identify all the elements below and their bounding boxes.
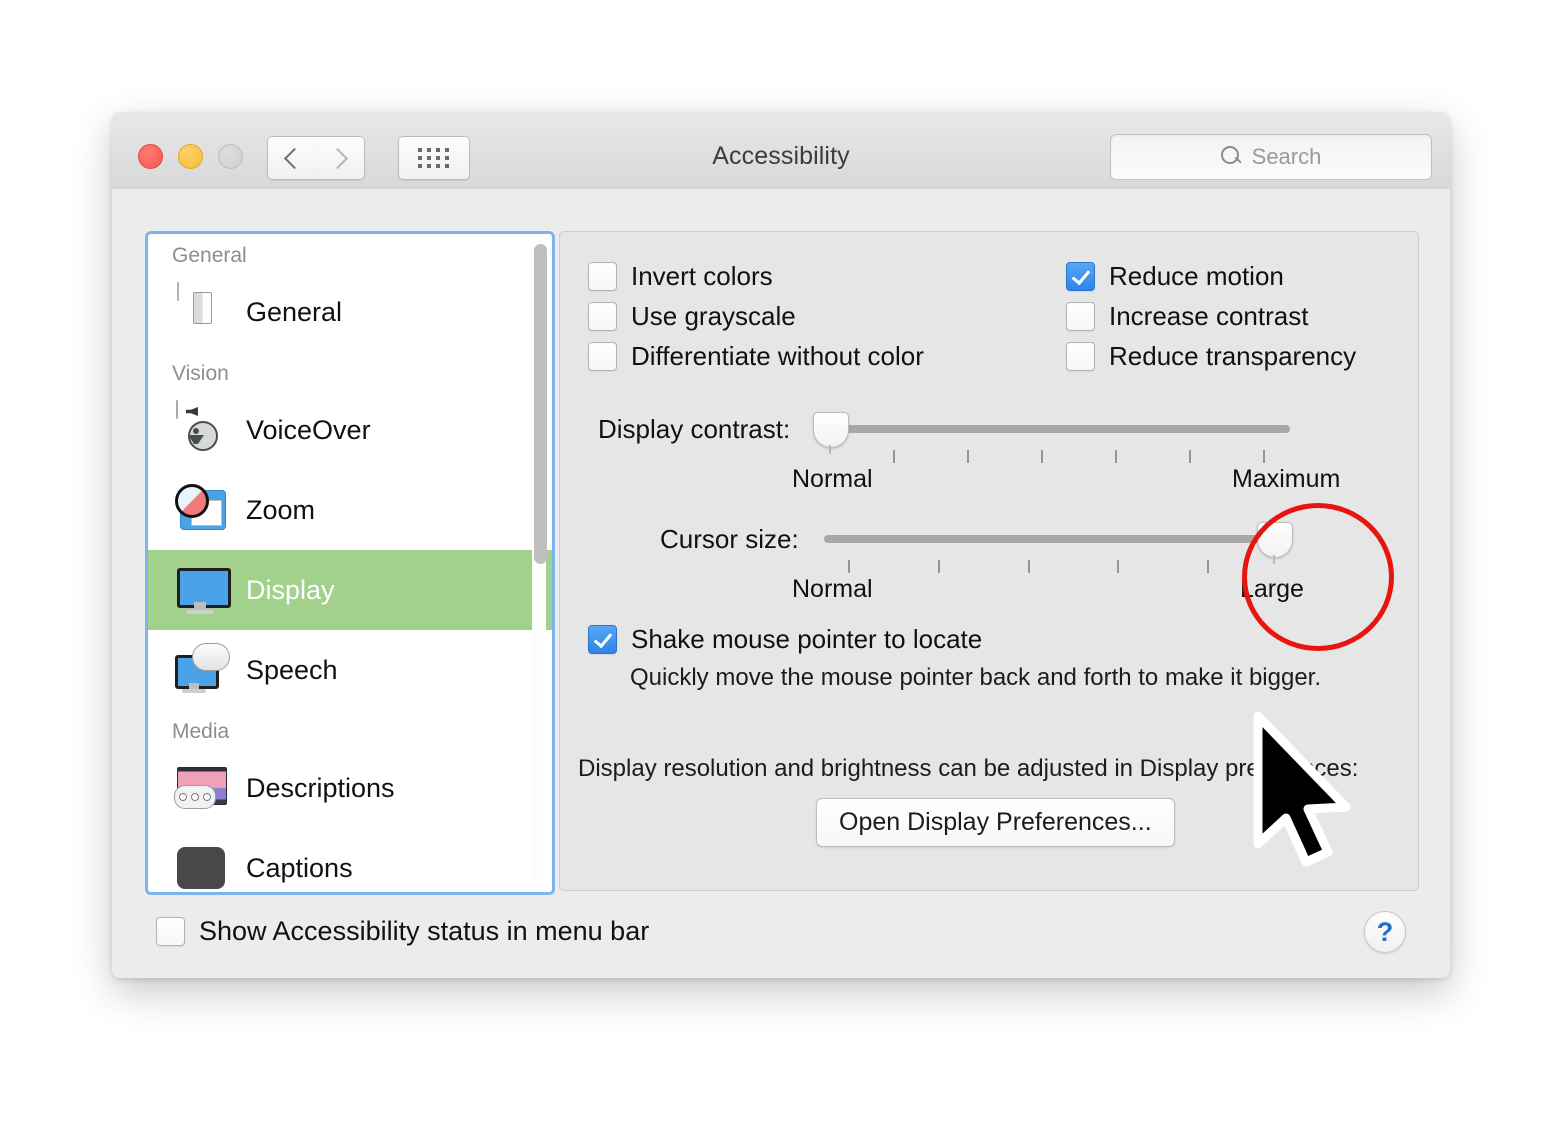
checkbox-reduce-transparency[interactable]: Reduce transparency — [1066, 341, 1356, 372]
sidebar-item-zoom[interactable]: Zoom — [148, 470, 552, 550]
cursor-size-slider-track[interactable] — [824, 535, 1290, 543]
shake-description: Quickly move the mouse pointer back and … — [630, 664, 1322, 691]
sidebar-scrollbar-thumb[interactable] — [534, 244, 547, 564]
sidebar-scroll-area[interactable]: General General Vision VoiceOver Zoom Di… — [148, 234, 552, 892]
sidebar-item-label: VoiceOver — [246, 414, 371, 445]
sidebar-item-descriptions[interactable]: Descriptions — [148, 748, 552, 828]
sidebar-item-voiceover[interactable]: VoiceOver — [148, 390, 552, 470]
checkbox-differentiate-without-color[interactable]: Differentiate without color — [588, 341, 924, 372]
display-monitor-icon — [172, 561, 231, 619]
checkbox-shake-mouse-pointer[interactable]: Shake mouse pointer to locate — [588, 624, 982, 655]
voiceover-icon — [172, 400, 230, 459]
checkbox-label: Reduce motion — [1109, 261, 1284, 291]
speech-bubble-icon — [172, 641, 230, 699]
sidebar-item-speech[interactable]: Speech — [148, 630, 552, 710]
display-contrast-slider-track[interactable] — [824, 425, 1290, 433]
screenshot-stage: Accessibility Search General General Vis… — [0, 0, 1568, 1126]
cursor-size-min-label: Normal — [792, 575, 873, 603]
checkbox-box[interactable] — [1066, 262, 1095, 291]
display-contrast-label: Display contrast: — [598, 414, 791, 444]
sidebar-group-vision: Vision — [172, 362, 229, 385]
display-contrast-max-label: Maximum — [1232, 465, 1341, 493]
sidebar-item-label: Speech — [246, 654, 338, 685]
checkbox-box[interactable] — [1066, 342, 1095, 371]
cursor-size-max-label: Large — [1240, 575, 1304, 603]
checkbox-show-accessibility-status[interactable]: Show Accessibility status in menu bar — [156, 916, 649, 947]
descriptions-icon — [172, 759, 230, 817]
sidebar-group-general: General — [172, 244, 247, 267]
sidebar-item-captions[interactable]: Captions — [148, 828, 552, 892]
checkbox-label: Show Accessibility status in menu bar — [199, 916, 650, 946]
sidebar-item-label: Captions — [246, 852, 353, 883]
sidebar-item-label: Descriptions — [246, 772, 395, 803]
checkbox-box[interactable] — [156, 917, 185, 946]
general-switch-icon — [172, 282, 230, 341]
sidebar-item-label: Zoom — [246, 494, 316, 525]
system-preferences-window: Accessibility Search General General Vis… — [112, 112, 1450, 978]
cursor-size-label: Cursor size: — [660, 524, 799, 554]
window-titlebar: Accessibility Search — [112, 112, 1450, 190]
checkbox-use-grayscale[interactable]: Use grayscale — [588, 301, 796, 332]
window-body: General General Vision VoiceOver Zoom Di… — [112, 189, 1450, 978]
checkbox-box[interactable] — [588, 625, 617, 654]
checkbox-box[interactable] — [1066, 302, 1095, 331]
checkbox-box[interactable] — [588, 342, 617, 371]
display-contrast-min-label: Normal — [792, 465, 873, 493]
category-sidebar[interactable]: General General Vision VoiceOver Zoom Di… — [145, 231, 555, 895]
sidebar-item-label: General — [246, 296, 343, 327]
checkbox-reduce-motion[interactable]: Reduce motion — [1066, 261, 1284, 292]
search-icon — [1220, 146, 1243, 168]
checkbox-invert-colors[interactable]: Invert colors — [588, 261, 773, 292]
sidebar-item-general[interactable]: General — [148, 272, 552, 352]
help-button[interactable]: ? — [1364, 911, 1406, 953]
sidebar-item-display[interactable]: Display — [148, 550, 552, 630]
checkbox-box[interactable] — [588, 262, 617, 291]
zoom-magnifier-icon — [172, 481, 230, 539]
open-display-preferences-button[interactable]: Open Display Preferences... — [816, 798, 1175, 847]
cursor-size-slider-thumb[interactable] — [1257, 522, 1293, 564]
sidebar-scrollbar[interactable] — [532, 240, 547, 880]
display-settings-panel: Invert colors Use grayscale Differentiat… — [559, 231, 1419, 891]
search-input[interactable]: Search — [1110, 134, 1432, 180]
checkbox-label: Increase contrast — [1109, 301, 1309, 331]
search-placeholder: Search — [1251, 144, 1322, 169]
checkbox-label: Use grayscale — [631, 301, 796, 331]
checkbox-label: Invert colors — [631, 261, 773, 291]
checkbox-increase-contrast[interactable]: Increase contrast — [1066, 301, 1308, 332]
sidebar-group-media: Media — [172, 720, 230, 743]
display-preferences-hint: Display resolution and brightness can be… — [578, 755, 1359, 782]
captions-icon — [172, 839, 230, 892]
display-contrast-slider-thumb[interactable] — [813, 412, 849, 454]
checkbox-label: Shake mouse pointer to locate — [631, 624, 983, 654]
checkbox-label: Differentiate without color — [631, 341, 924, 371]
checkbox-box[interactable] — [588, 302, 617, 331]
checkbox-label: Reduce transparency — [1109, 341, 1357, 371]
sidebar-item-label: Display — [246, 574, 335, 605]
